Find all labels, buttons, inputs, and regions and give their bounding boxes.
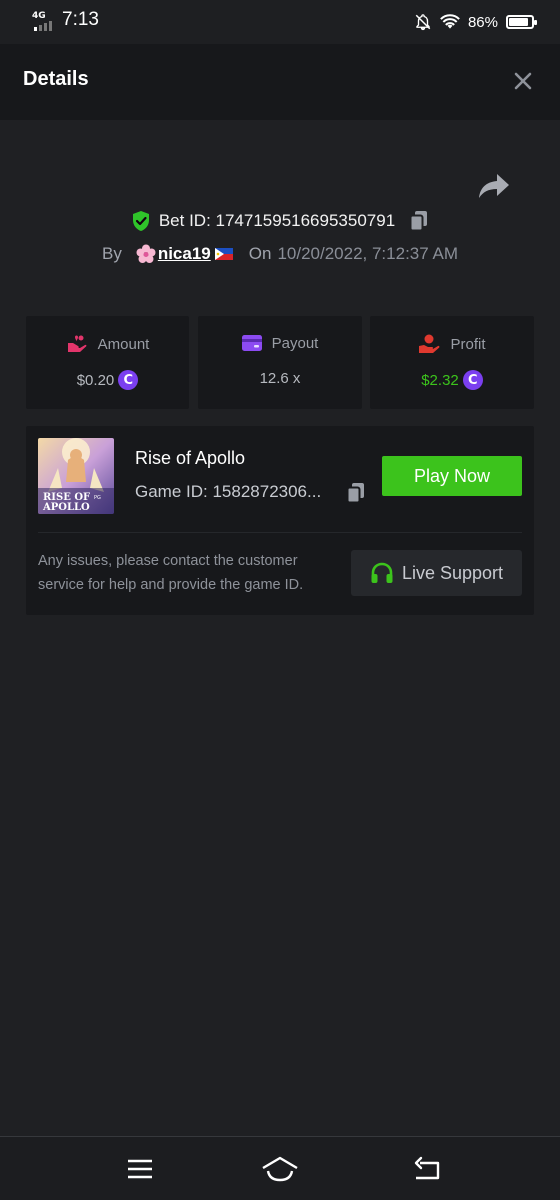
stat-amount-value: $0.20 xyxy=(76,371,115,389)
notifications-off-icon xyxy=(415,14,431,31)
game-card: RISE OF APOLLO PG Rise of Apollo Game ID… xyxy=(26,426,534,615)
bet-owner-row: By nica19 On 10/20/2022, 7:12:37 AM xyxy=(0,244,560,264)
menu-icon[interactable] xyxy=(125,1155,155,1183)
header: Details xyxy=(0,44,560,120)
status-icons: 86% xyxy=(414,10,537,34)
on-label: On xyxy=(248,244,272,263)
game-name: Rise of Apollo xyxy=(135,448,246,468)
network-type: 4G xyxy=(32,11,46,21)
share-icon[interactable] xyxy=(478,172,510,200)
stat-payout-header: Payout xyxy=(198,334,362,352)
amount-icon xyxy=(67,335,87,352)
bet-date: 10/20/2022, 7:12:37 AM xyxy=(277,244,458,263)
battery-fill xyxy=(509,18,528,26)
stat-payout-label: Payout xyxy=(271,334,319,352)
stat-amount: Amount $0.20 C xyxy=(26,316,189,409)
divider xyxy=(38,532,522,533)
bet-id-row: Bet ID: 1747159516695350791 xyxy=(0,210,560,232)
stat-payout: Payout 12.6 x xyxy=(198,316,362,409)
close-icon[interactable] xyxy=(512,70,534,92)
signal-bars-icon xyxy=(34,21,52,31)
stat-payout-value: 12.6 x xyxy=(259,370,301,387)
headphones-icon xyxy=(371,562,393,583)
live-support-button[interactable]: Live Support xyxy=(351,550,522,596)
thumb-title-line2: APOLLO xyxy=(42,502,90,513)
copy-bet-id-icon[interactable] xyxy=(409,210,429,232)
stat-profit-label: Profit xyxy=(450,335,486,353)
page-title: Details xyxy=(23,68,89,90)
battery-percent: 86% xyxy=(467,13,498,31)
live-support-label: Live Support xyxy=(401,562,504,583)
cherry-blossom-icon xyxy=(136,244,156,263)
system-nav-bar xyxy=(0,1136,560,1200)
back-icon[interactable] xyxy=(412,1155,442,1183)
stat-profit-value: $2.32 xyxy=(421,371,459,389)
stat-amount-label: Amount xyxy=(97,335,150,353)
stat-amount-header: Amount xyxy=(26,334,189,354)
username-link[interactable]: nica19 xyxy=(136,244,233,264)
thumb-badge: PG xyxy=(94,495,101,501)
profit-icon xyxy=(419,334,440,353)
wifi-icon xyxy=(440,14,460,29)
status-bar: 4G 7:13 86% xyxy=(0,0,560,44)
username: nica19 xyxy=(157,244,211,263)
game-id: Game ID: 1582872306... xyxy=(135,482,322,501)
stat-profit: Profit $2.32 C xyxy=(370,316,534,409)
by-label: By xyxy=(101,244,122,263)
stat-profit-value-row: $2.32 C xyxy=(370,370,534,390)
payout-icon xyxy=(241,335,262,351)
coin-icon: C xyxy=(462,370,483,390)
play-now-button[interactable]: Play Now xyxy=(382,456,522,496)
stat-payout-value-row: 12.6 x xyxy=(198,370,362,387)
stat-profit-header: Profit xyxy=(370,334,534,354)
support-message: Any issues, please contact the customer … xyxy=(38,553,304,593)
clock: 7:13 xyxy=(62,9,99,30)
verified-shield-icon xyxy=(132,211,149,231)
battery-icon xyxy=(506,15,537,29)
copy-game-id-icon[interactable] xyxy=(346,482,366,504)
stat-amount-value-row: $0.20 C xyxy=(26,370,189,390)
coin-icon: C xyxy=(118,370,139,390)
bet-id: Bet ID: 1747159516695350791 xyxy=(158,211,396,230)
signal-indicator: 4G xyxy=(32,11,58,31)
philippines-flag-icon xyxy=(214,248,233,260)
game-thumbnail[interactable]: RISE OF APOLLO PG xyxy=(38,438,114,514)
home-icon[interactable] xyxy=(261,1155,299,1183)
